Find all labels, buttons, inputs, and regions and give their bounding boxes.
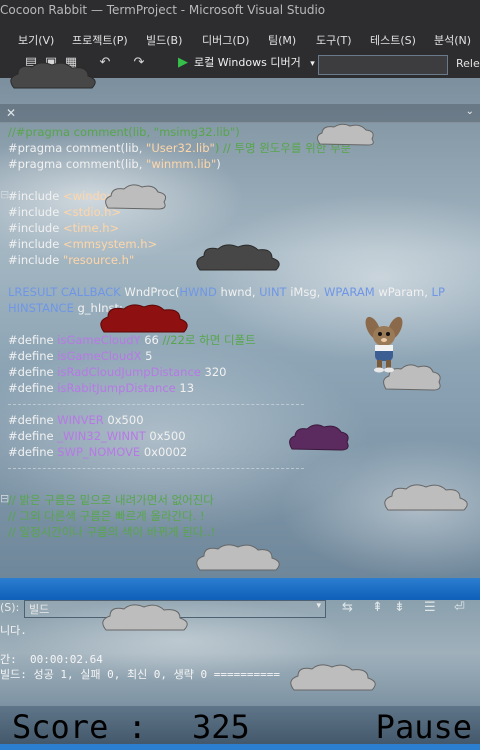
code-line: #define xyxy=(8,349,58,363)
title-bar: Cocoon Rabbit — TermProject - Microsoft … xyxy=(0,0,480,22)
next-message-icon[interactable]: ⇟ xyxy=(394,600,405,615)
code-line: #define xyxy=(8,333,58,347)
configuration-combo[interactable]: Rele xyxy=(456,57,480,70)
menu-build[interactable]: 빌드(B) xyxy=(146,32,182,48)
code-comment: // 일정시간이나 구름의 색이 바뀌게 된다..! xyxy=(8,525,216,539)
status-bar xyxy=(0,744,480,750)
code-macro: isGameCloudX xyxy=(57,349,142,363)
menu-team[interactable]: 팀(M) xyxy=(268,32,296,48)
code-line: 13 xyxy=(175,381,195,395)
comment-divider xyxy=(8,404,304,405)
run-button-label: 로컬 Windows 디버거 xyxy=(194,56,301,69)
chevron-down-icon: ▾ xyxy=(310,59,315,69)
code-comment: // 그외 다른색 구름은 빠르게 올라간다. ! xyxy=(8,509,205,523)
dark-cloud xyxy=(196,244,280,271)
code-line: #pragma comment(lib, xyxy=(8,141,147,155)
menu-debug[interactable]: 디버그(D) xyxy=(202,32,249,48)
light-cloud xyxy=(290,664,376,691)
solution-platform-combo[interactable] xyxy=(318,55,448,75)
code-line: ) xyxy=(216,157,221,171)
code-comment: // 밝은 구름은 밑으로 내려가면서 없어진다 xyxy=(8,493,214,507)
code-line: #include xyxy=(8,237,63,251)
code-include: <mmsystem.h> xyxy=(62,237,158,251)
menu-tools[interactable]: 도구(T) xyxy=(316,32,352,48)
code-line: #pragma comment(lib, xyxy=(8,157,147,171)
menu-test[interactable]: 테스트(S) xyxy=(370,32,416,48)
code-line: iMsg, xyxy=(286,285,324,299)
light-cloud xyxy=(196,544,280,571)
code-macro: SWP_NOMOVE xyxy=(57,445,141,459)
code-line: 320 xyxy=(200,365,227,379)
code-line: WndProc( xyxy=(124,285,180,299)
editor-navigation-bar: ✕ ⌄ xyxy=(0,104,480,123)
code-keyword: WPARAM xyxy=(323,285,375,299)
code-keyword: UINT xyxy=(259,285,287,299)
output-source-label: (S): xyxy=(0,601,20,614)
light-cloud xyxy=(102,604,188,631)
code-string: "User32.lib" xyxy=(146,141,215,155)
code-line: #define xyxy=(8,413,58,427)
redo-icon[interactable]: ↷ xyxy=(132,56,146,70)
output-line: 간: 00:00:02.64 xyxy=(0,653,103,666)
score-label: Score : xyxy=(12,708,147,746)
code-keyword: LRESULT CALLBACK xyxy=(8,285,125,299)
code-keyword: LP xyxy=(431,285,445,299)
code-line: #define xyxy=(8,429,58,443)
code-line: 0x0002 xyxy=(140,445,188,459)
light-cloud xyxy=(384,484,468,511)
rabbit-character xyxy=(365,316,403,373)
code-string: "winmm.lib" xyxy=(146,157,217,171)
panel-divider[interactable] xyxy=(0,578,480,600)
light-cloud xyxy=(316,123,374,146)
code-line: 0x500 xyxy=(145,429,186,443)
menu-project[interactable]: 프로젝트(P) xyxy=(72,32,128,48)
code-line: #include xyxy=(8,253,63,267)
code-line: #include xyxy=(8,221,63,235)
prev-message-icon[interactable]: ⇞ xyxy=(372,600,383,615)
code-macro: WINVER xyxy=(57,413,104,427)
close-icon[interactable]: ✕ xyxy=(6,106,16,120)
score-value: 325 xyxy=(192,708,250,746)
dark-cloud xyxy=(10,62,96,89)
code-line: 0x500 xyxy=(103,413,144,427)
code-line: wParam, xyxy=(374,285,432,299)
code-line: 5 xyxy=(141,349,153,363)
comment-divider xyxy=(8,468,304,469)
menu-view[interactable]: 보기(V) xyxy=(18,32,54,48)
code-line: #include xyxy=(8,189,63,203)
output-source-value: 빌드 xyxy=(29,603,50,616)
undo-icon[interactable]: ↶ xyxy=(98,56,112,70)
code-keyword: HWND xyxy=(179,285,217,299)
code-line: #define xyxy=(8,381,58,395)
code-include: <time.h> xyxy=(62,221,120,235)
code-macro: isRabitJumpDistance xyxy=(57,381,176,395)
chevron-down-icon: ▾ xyxy=(316,601,321,611)
light-cloud xyxy=(105,184,166,210)
window-title: Cocoon Rabbit — TermProject - Microsoft … xyxy=(0,3,326,17)
purple-cloud xyxy=(289,424,349,451)
menu-bar: 보기(V) 프로젝트(P) 빌드(B) 디버그(D) 팀(M) 도구(T) 테스… xyxy=(0,28,480,50)
menu-analyze[interactable]: 분석(N) xyxy=(434,32,471,48)
output-line: 니다. xyxy=(0,624,27,637)
code-macro: _WIN32_WINNT xyxy=(57,429,146,443)
pause-button[interactable]: Pause xyxy=(376,708,472,746)
code-macro: isRadCloudJumpDistance xyxy=(57,365,201,379)
play-icon: ▶ xyxy=(178,55,188,70)
code-include: "resource.h" xyxy=(62,253,135,267)
code-line: //#pragma comment(lib, "msimg32.lib") xyxy=(8,125,240,139)
output-line: 빌드: 성공 1, 실패 0, 최신 0, 생략 0 ========== xyxy=(0,668,281,681)
chevron-down-icon[interactable]: ⌄ xyxy=(466,106,474,117)
code-keyword: HINSTANCE xyxy=(8,301,74,315)
word-wrap-icon[interactable]: ⏎ xyxy=(454,600,465,615)
start-debugging-button[interactable]: ▶ 로컬 Windows 디버거 ▾ xyxy=(178,54,315,74)
clear-all-icon[interactable]: ☰ xyxy=(424,600,436,615)
code-line: #include xyxy=(8,205,63,219)
code-line: hwnd, xyxy=(216,285,260,299)
code-line: #define xyxy=(8,365,58,379)
find-message-icon[interactable]: ⇆ xyxy=(342,600,353,615)
code-line: #define xyxy=(8,445,58,459)
red-cloud xyxy=(100,304,188,333)
